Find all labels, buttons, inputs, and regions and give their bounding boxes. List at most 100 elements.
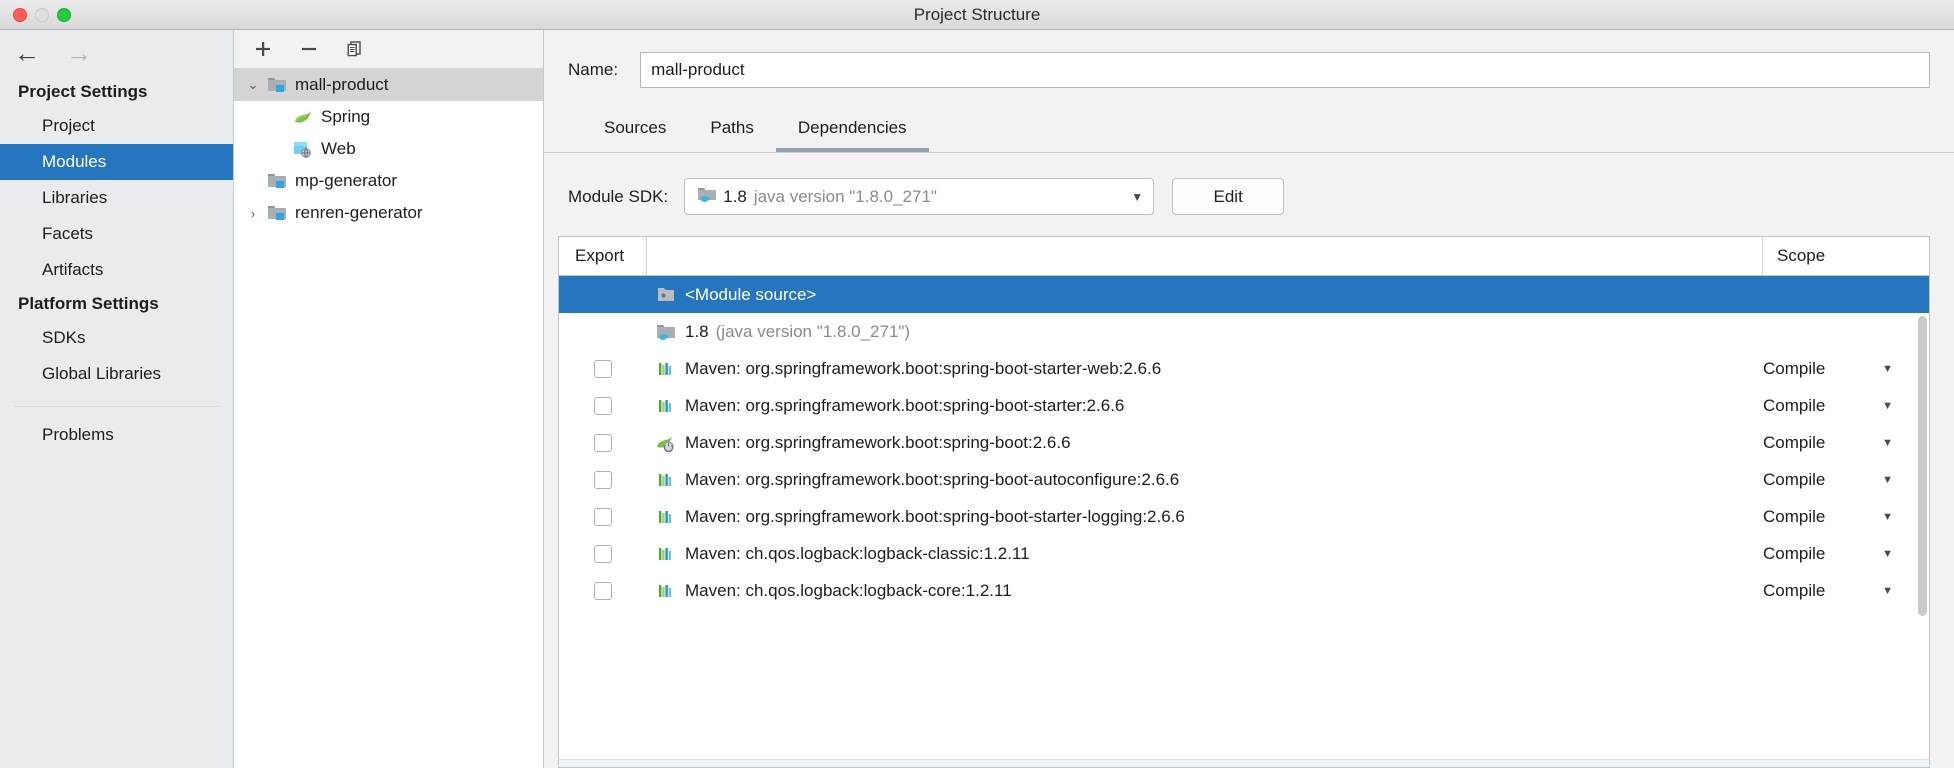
chevron-down-icon: ▼ — [1131, 189, 1144, 204]
dependency-name-cell: Maven: org.springframework.boot:spring-b… — [647, 433, 1763, 453]
dependency-row[interactable]: Maven: ch.qos.logback:logback-core:1.2.1… — [559, 572, 1929, 609]
export-checkbox[interactable] — [594, 470, 612, 489]
sidebar-item-global-libraries[interactable]: Global Libraries — [0, 356, 233, 392]
module-tree-row[interactable]: ⌄ mall-product — [234, 69, 543, 101]
window-title: Project Structure — [913, 4, 1041, 24]
module-name-input[interactable] — [640, 52, 1930, 88]
dependency-row[interactable]: Maven: org.springframework.boot:spring-b… — [559, 424, 1929, 461]
module-tree-row[interactable]: Web — [234, 133, 543, 165]
sidebar-item-facets[interactable]: Facets — [0, 216, 233, 252]
dependency-row[interactable]: 1.8 (java version "1.8.0_271") — [559, 313, 1929, 350]
column-header-name[interactable] — [647, 237, 1763, 275]
dependency-row[interactable]: Maven: ch.qos.logback:logback-classic:1.… — [559, 535, 1929, 572]
dependency-row[interactable]: Maven: org.springframework.boot:spring-b… — [559, 498, 1929, 535]
dependency-label: Maven: ch.qos.logback:logback-classic:1.… — [685, 543, 1030, 563]
export-cell[interactable] — [559, 470, 647, 489]
tab-paths[interactable]: Paths — [688, 110, 775, 152]
scope-value: Compile — [1763, 580, 1826, 600]
scope-value: Compile — [1763, 395, 1826, 415]
remove-module-icon[interactable] — [296, 36, 322, 62]
jdk-folder-icon — [655, 323, 677, 341]
export-checkbox[interactable] — [594, 507, 612, 526]
name-label: Name: — [568, 60, 619, 79]
dependency-label: Maven: ch.qos.logback:logback-core:1.2.1… — [685, 580, 1012, 600]
dependency-name-cell: Maven: ch.qos.logback:logback-classic:1.… — [647, 544, 1763, 564]
export-cell[interactable] — [559, 433, 647, 452]
chevron-right-icon[interactable]: › — [240, 206, 266, 221]
dependency-row[interactable]: <Module source> — [559, 276, 1929, 313]
dependency-name-cell: <Module source> — [647, 285, 1763, 305]
export-cell[interactable] — [559, 507, 647, 526]
chevron-down-icon[interactable]: ⌄ — [240, 77, 266, 93]
sidebar-item-artifacts[interactable]: Artifacts — [0, 252, 233, 288]
scope-cell[interactable]: Compile ▼ — [1763, 507, 1915, 527]
column-header-export[interactable]: Export — [559, 237, 647, 275]
module-folder-icon — [266, 76, 288, 94]
module-folder-icon — [266, 204, 288, 222]
export-checkbox[interactable] — [594, 581, 612, 600]
dependency-row[interactable]: Maven: org.springframework.boot:spring-b… — [559, 350, 1929, 387]
dependency-label: Maven: org.springframework.boot:spring-b… — [685, 358, 1162, 378]
export-cell[interactable] — [559, 359, 647, 378]
dependency-label: Maven: org.springframework.boot:spring-b… — [685, 395, 1125, 415]
jdk-folder-icon — [697, 185, 717, 208]
export-checkbox[interactable] — [594, 433, 612, 452]
sdk-version: 1.8 — [723, 186, 747, 206]
tab-sources[interactable]: Sources — [582, 110, 688, 152]
dependency-sublabel: (java version "1.8.0_271") — [715, 321, 911, 341]
dependency-label: Maven: org.springframework.boot:spring-b… — [685, 469, 1180, 489]
tab-dependencies[interactable]: Dependencies — [775, 110, 929, 152]
chevron-down-icon[interactable]: ▼ — [1882, 585, 1893, 597]
chevron-down-icon[interactable]: ▼ — [1882, 511, 1893, 523]
sidebar-item-project[interactable]: Project — [0, 108, 233, 144]
scope-value: Compile — [1763, 543, 1826, 563]
copy-module-icon[interactable] — [342, 36, 368, 62]
title-bar: Project Structure — [0, 0, 1954, 30]
sidebar-item-modules[interactable]: Modules — [0, 144, 233, 180]
scope-value: Compile — [1763, 358, 1826, 378]
sidebar-item-libraries[interactable]: Libraries — [0, 180, 233, 216]
chevron-down-icon[interactable]: ▼ — [1882, 400, 1893, 412]
sidebar-item-problems[interactable]: Problems — [0, 417, 233, 453]
dependency-name-cell: Maven: org.springframework.boot:spring-b… — [647, 470, 1763, 490]
dependency-row[interactable]: Maven: org.springframework.boot:spring-b… — [559, 387, 1929, 424]
scope-cell[interactable]: Compile ▼ — [1763, 433, 1915, 453]
scope-cell[interactable]: Compile ▼ — [1763, 470, 1915, 490]
maven-lib-icon — [655, 471, 677, 489]
chevron-down-icon[interactable]: ▼ — [1882, 474, 1893, 486]
maven-lib-icon — [655, 360, 677, 378]
back-arrow-icon[interactable]: ← — [14, 40, 40, 66]
scope-cell[interactable]: Compile ▼ — [1763, 544, 1915, 564]
export-cell[interactable] — [559, 544, 647, 563]
chevron-down-icon[interactable]: ▼ — [1882, 363, 1893, 375]
export-checkbox[interactable] — [594, 544, 612, 563]
module-tree-row[interactable]: Spring — [234, 101, 543, 133]
edit-sdk-button[interactable]: Edit — [1172, 178, 1285, 215]
scope-cell[interactable]: Compile ▼ — [1763, 396, 1915, 416]
module-tree-label: Web — [321, 139, 356, 158]
chevron-down-icon[interactable]: ▼ — [1882, 437, 1893, 449]
module-tree-row[interactable]: mp-generator — [234, 165, 543, 197]
name-row: Name: — [544, 30, 1954, 88]
scope-value: Compile — [1763, 432, 1826, 452]
forward-arrow-icon[interactable]: → — [66, 40, 92, 66]
export-cell[interactable] — [559, 396, 647, 415]
dependency-label: Maven: org.springframework.boot:spring-b… — [685, 506, 1185, 526]
export-checkbox[interactable] — [594, 396, 612, 415]
column-header-scope[interactable]: Scope — [1763, 237, 1915, 275]
dependency-label: 1.8 — [685, 321, 709, 341]
spring-leaf-icon — [292, 108, 314, 126]
sidebar-item-sdks[interactable]: SDKs — [0, 320, 233, 356]
export-checkbox[interactable] — [594, 359, 612, 378]
chevron-down-icon[interactable]: ▼ — [1882, 548, 1893, 560]
dependency-row[interactable]: Maven: org.springframework.boot:spring-b… — [559, 461, 1929, 498]
dependencies-scrollbar[interactable] — [1918, 316, 1927, 616]
module-source-icon — [655, 286, 677, 304]
scope-cell[interactable]: Compile ▼ — [1763, 359, 1915, 379]
module-tree-label: mall-product — [295, 75, 389, 94]
module-sdk-combo[interactable]: 1.8 java version "1.8.0_271" ▼ — [684, 178, 1155, 215]
module-tree-row[interactable]: › renren-generator — [234, 197, 543, 229]
scope-cell[interactable]: Compile ▼ — [1763, 581, 1915, 601]
add-module-icon[interactable] — [250, 36, 276, 62]
export-cell[interactable] — [559, 581, 647, 600]
